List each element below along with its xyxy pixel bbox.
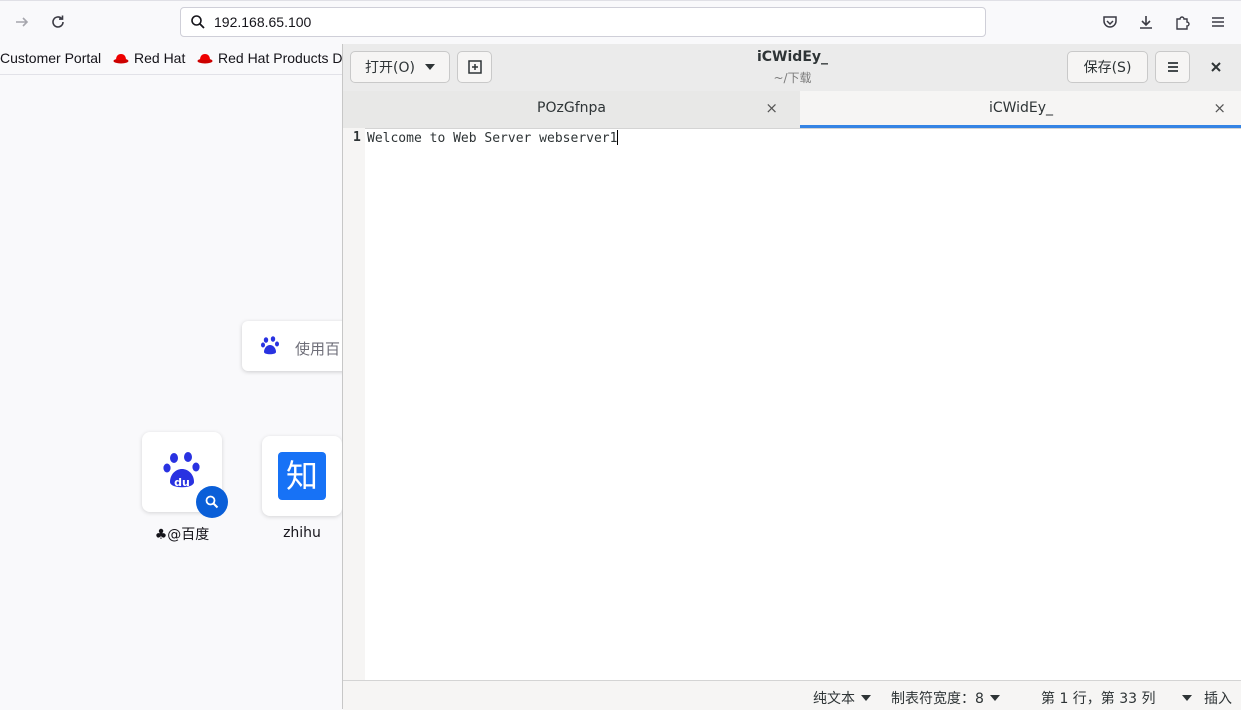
forward-button[interactable] <box>8 8 36 36</box>
search-badge <box>196 486 228 518</box>
window-top-border <box>0 0 1241 1</box>
reload-button[interactable] <box>44 8 72 36</box>
svg-text:du: du <box>174 476 190 489</box>
bookmark-customer-portal[interactable]: Customer Portal <box>0 50 101 66</box>
magnifier-icon <box>205 495 219 509</box>
bookmark-label: Customer Portal <box>0 50 102 66</box>
text-cursor <box>617 130 619 145</box>
tab-label: iCWidEy_ <box>988 100 1054 116</box>
redhat-logo-icon <box>113 54 129 64</box>
cursor-position-selector[interactable]: 第 1 行，第 33 列 <box>1041 688 1192 708</box>
zhihu-icon: 知 <box>278 452 326 500</box>
code-line: Welcome to Web Server webserver1 <box>367 131 618 146</box>
editor-tab-bar: POzGfnpa × iCWidEy_ × <box>343 91 1241 129</box>
search-icon <box>191 15 205 29</box>
close-window-button[interactable] <box>1201 54 1231 80</box>
pocket-button[interactable] <box>1096 8 1124 36</box>
editor-headerbar: 打开(O) iCWidEy_ ~/下载 保存(S) <box>343 44 1241 92</box>
bookmark-red-hat-products[interactable]: Red Hat Products D <box>197 50 343 66</box>
puzzle-icon <box>1176 16 1190 30</box>
baidu-paw-icon <box>261 336 279 355</box>
close-icon <box>1211 62 1221 72</box>
reload-icon <box>52 15 64 28</box>
chevron-down-icon <box>1181 695 1192 701</box>
save-button[interactable]: 保存(S) <box>1067 51 1148 83</box>
baidu-icon: du <box>163 452 200 489</box>
text-area[interactable]: Welcome to Web Server webserver1 <box>367 130 619 146</box>
hamburger-icon <box>1212 17 1224 27</box>
download-icon <box>1140 16 1152 29</box>
syntax-selector[interactable]: 纯文本 <box>813 688 871 708</box>
tab-width-label: 制表符宽度：8 <box>891 691 984 707</box>
insert-mode-label: 插入 <box>1204 691 1232 707</box>
arrow-right-icon <box>16 17 29 27</box>
search-placeholder: 使用百 <box>295 340 341 358</box>
extensions-button[interactable] <box>1168 8 1196 36</box>
downloads-button[interactable] <box>1132 8 1160 36</box>
syntax-label: 纯文本 <box>813 691 855 707</box>
bookmark-red-hat[interactable]: Red Hat <box>113 50 185 66</box>
menu-button[interactable] <box>1155 51 1190 83</box>
tab-pozgfnpa[interactable]: POzGfnpa × <box>343 91 800 128</box>
redhat-logo-icon <box>197 54 213 64</box>
tab-label: POzGfnpa <box>537 100 606 116</box>
active-tab-indicator <box>800 125 1241 128</box>
tile-label-zhihu: zhihu <box>283 525 321 541</box>
line-number: 1 <box>353 130 361 145</box>
tab-close-icon[interactable]: × <box>1213 99 1226 117</box>
tab-close-icon[interactable]: × <box>765 99 778 117</box>
tab-width-selector[interactable]: 制表符宽度：8 <box>891 688 1000 708</box>
line-number-gutter <box>343 128 365 680</box>
shortcut-tile-zhihu[interactable]: 知 <box>262 436 342 516</box>
bookmark-label: Red Hat Products D <box>218 50 343 66</box>
text-editor-window: 打开(O) iCWidEy_ ~/下载 保存(S) POzGfnpa × iCW… <box>342 44 1241 710</box>
chevron-down-icon <box>989 695 1000 701</box>
url-text: 192.168.65.100 <box>214 14 312 30</box>
pocket-icon <box>1103 16 1117 28</box>
shortcut-tile-baidu[interactable]: du <box>142 432 228 518</box>
app-menu-button[interactable] <box>1204 8 1232 36</box>
chevron-down-icon <box>861 695 871 701</box>
tile-label-baidu: ♣@百度 <box>154 527 210 543</box>
insert-mode-indicator: 插入 <box>1204 688 1232 708</box>
save-button-label: 保存(S) <box>1083 60 1132 76</box>
hamburger-icon <box>1167 62 1178 72</box>
bookmark-label: Red Hat <box>134 50 186 66</box>
browser-toolbar: 192.168.65.100 <box>0 0 1241 44</box>
status-bar: 纯文本 制表符宽度：8 第 1 行，第 33 列 插入 <box>343 680 1241 710</box>
tab-icwidey[interactable]: iCWidEy_ × <box>800 91 1241 128</box>
cursor-position-label: 第 1 行，第 33 列 <box>1041 691 1156 707</box>
url-bar[interactable]: 192.168.65.100 <box>180 7 986 37</box>
